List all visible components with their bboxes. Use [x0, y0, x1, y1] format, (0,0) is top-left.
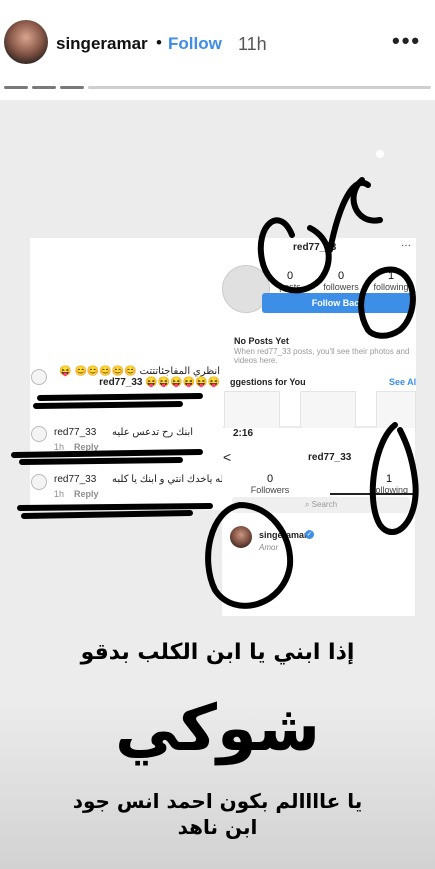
- circle-mark-following-2: [369, 422, 419, 535]
- underline-mark-2: [11, 449, 203, 465]
- underline-mark-1: [33, 393, 203, 409]
- caption-headline: شوكي: [114, 692, 321, 766]
- caption-line-3b: ابن ناهد: [177, 815, 258, 839]
- caption-line-3: يا عاااالم بكون احمد انس جود ابن ناهد: [0, 788, 435, 840]
- circle-mark-username: [257, 217, 332, 294]
- circle-mark-following: [358, 266, 416, 339]
- caption-line-1: إذا ابني يا ابن الكلب بدقو: [80, 640, 355, 665]
- circle-mark-account: [205, 502, 294, 609]
- caption-line-3a: يا عاااالم بكون احمد انس جود: [72, 789, 363, 813]
- underline-mark-3: [17, 503, 213, 519]
